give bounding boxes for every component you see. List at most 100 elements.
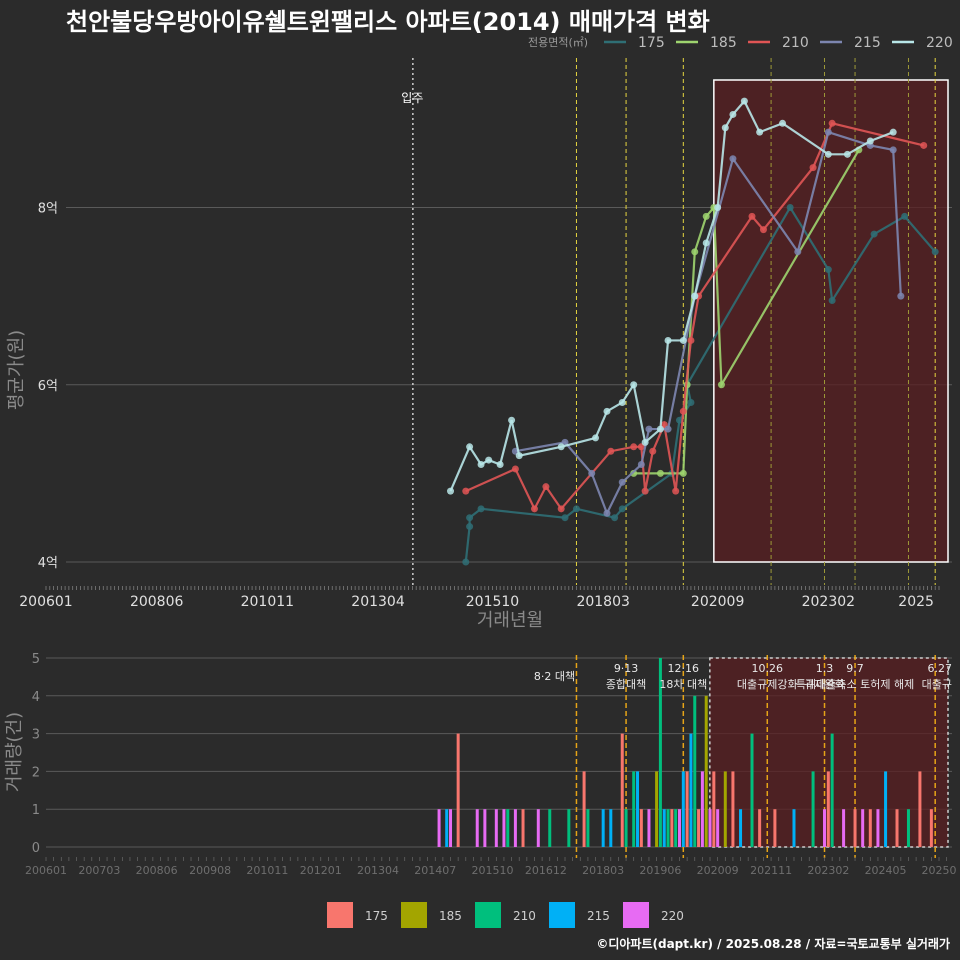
bar-210: [632, 771, 636, 847]
data-point-220: [447, 487, 455, 495]
data-point-185: [717, 381, 725, 389]
data-point-175: [931, 248, 939, 256]
bar-215: [601, 809, 605, 847]
x-tick-label-bottom: 20250: [922, 864, 957, 877]
policy-note: 대출규제강화: [737, 678, 798, 691]
data-point-215: [897, 292, 905, 300]
bar-175: [670, 809, 674, 847]
data-point-220: [843, 150, 851, 158]
bar-215: [609, 809, 613, 847]
data-point-175: [824, 266, 832, 274]
bar-220: [700, 771, 704, 847]
x-tick-label-bottom: 201011: [246, 864, 288, 877]
y-tick-label: 8억: [38, 202, 58, 217]
data-point-210: [920, 141, 928, 149]
data-point-215: [729, 155, 737, 163]
data-point-210: [630, 443, 638, 451]
legend-text-210: 210: [513, 909, 536, 923]
bar-210: [548, 809, 552, 847]
data-point-220: [779, 119, 787, 127]
bar-210: [906, 809, 910, 847]
bar-210: [624, 809, 628, 847]
x-tick-label-bottom: 202111: [750, 864, 792, 877]
bar-175: [853, 809, 857, 847]
data-point-175: [561, 514, 569, 522]
data-point-175: [618, 505, 626, 513]
data-point-215: [603, 509, 611, 517]
bar-220: [677, 809, 681, 847]
legend-label-175: 175: [638, 35, 665, 51]
x-tick-label-bottom: 202405: [865, 864, 907, 877]
x-tick-label-bottom: 202302: [807, 864, 849, 877]
bar-175: [620, 733, 624, 847]
x-tick-label-bottom: 200703: [78, 864, 120, 877]
y-tick-label-bottom: 5: [32, 652, 40, 667]
bar-220: [823, 809, 827, 847]
data-point-220: [889, 128, 897, 136]
x-tick-label-bottom: 201407: [414, 864, 456, 877]
policy-note: 9·13: [614, 662, 639, 675]
bar-210: [811, 771, 815, 847]
data-point-175: [786, 204, 794, 211]
legend-text-185: 185: [439, 909, 462, 923]
bar-215: [636, 771, 640, 847]
x-tick-label-bottom: 201304: [357, 864, 399, 877]
chart-title: 천안불당우방아이유쉘트윈팰리스 아파트(2014) 매매가격 변화: [66, 8, 710, 36]
bar-175: [918, 771, 922, 847]
data-point-210: [687, 336, 695, 344]
bar-175: [685, 771, 689, 847]
data-point-220: [866, 137, 874, 145]
data-point-215: [618, 478, 626, 486]
policy-note: 특례대출축소 토허제 해제: [796, 677, 914, 691]
data-point-220: [656, 425, 664, 433]
data-point-175: [572, 505, 580, 513]
x-tick-label-bottom: 201906: [639, 864, 681, 877]
y-axis-title-bottom: 거래량(건): [4, 712, 25, 792]
legend-box-215: [549, 902, 575, 928]
move-in-label: 입주: [401, 91, 423, 105]
bar-210: [674, 809, 678, 847]
footer-credit: ©디아파트(dapt.kr) / 2025.08.28 / 자료=국토교통부 실…: [596, 936, 950, 951]
data-point-220: [824, 150, 832, 158]
bar-220: [449, 809, 453, 847]
legend-box-175: [327, 902, 353, 928]
data-point-210: [809, 164, 817, 172]
data-point-175: [466, 514, 474, 522]
data-point-210: [557, 505, 565, 513]
x-tick-label-bottom: 200806: [136, 864, 178, 877]
legend-box-220: [623, 902, 649, 928]
bar-220: [437, 809, 441, 847]
data-point-215: [824, 128, 832, 136]
bar-215: [662, 809, 666, 847]
x-tick-label-bottom: 201201: [300, 864, 342, 877]
bar-215: [689, 733, 693, 847]
data-point-175: [611, 514, 619, 522]
bar-215: [792, 809, 796, 847]
legend-text-215: 215: [587, 909, 610, 923]
policy-note: 9.7: [846, 662, 864, 675]
bar-210: [750, 733, 754, 847]
bar-210: [506, 809, 510, 847]
bar-175: [868, 809, 872, 847]
policy-note: 18차 대책: [659, 678, 707, 691]
data-point-220: [729, 110, 737, 118]
bar-175: [521, 809, 525, 847]
legend-label-220: 220: [926, 35, 953, 51]
legend-box-185: [401, 902, 427, 928]
bar-175: [758, 809, 762, 847]
data-point-210: [672, 487, 680, 495]
x-tick-label-bottom: 200601: [25, 864, 67, 877]
data-point-175: [462, 558, 470, 566]
x-tick-label-bottom: 202009: [697, 864, 739, 877]
x-tick-label: 201304: [351, 594, 405, 610]
bar-210: [586, 809, 590, 847]
data-point-185: [679, 469, 687, 477]
legend-label-215: 215: [854, 35, 881, 51]
policy-note: 8·2 대책: [534, 670, 575, 683]
bar-185: [655, 771, 659, 847]
data-point-185: [656, 469, 664, 477]
y-tick-label-bottom: 3: [32, 728, 40, 743]
x-tick-label: 201803: [576, 594, 629, 610]
data-point-220: [679, 336, 687, 344]
data-point-185: [691, 248, 699, 256]
